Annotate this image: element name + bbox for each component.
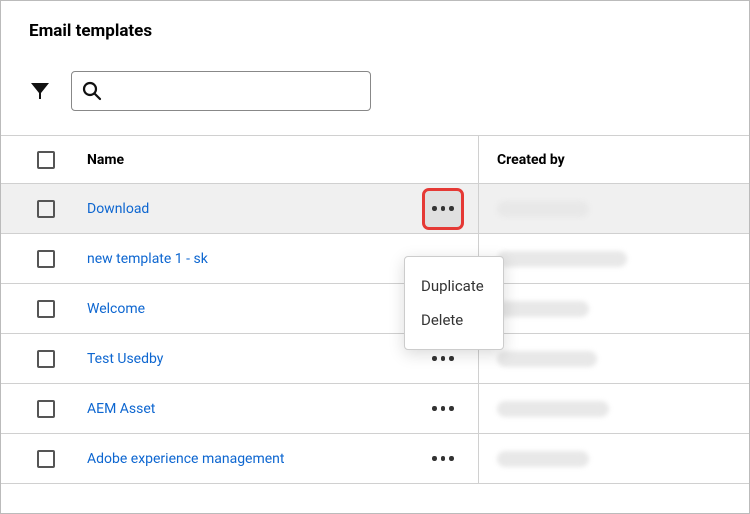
table-row: AEM Asset — [1, 384, 749, 434]
row-checkbox[interactable] — [37, 250, 55, 268]
template-name-link[interactable]: AEM Asset — [87, 401, 408, 417]
table-row: new template 1 - sk — [1, 234, 749, 284]
row-checkbox[interactable] — [37, 400, 55, 418]
created-by-cell — [479, 251, 749, 267]
table-header-row: Name Created by — [1, 136, 749, 184]
row-checkbox[interactable] — [37, 350, 55, 368]
search-input-wrapper — [71, 71, 371, 111]
created-by-cell — [479, 451, 749, 467]
templates-table: Name Created by Download new template 1 -… — [1, 135, 749, 484]
created-by-value — [497, 251, 627, 267]
context-menu-item[interactable]: Delete — [405, 303, 503, 337]
template-name-link[interactable]: Download — [87, 201, 408, 217]
created-by-value — [497, 351, 597, 367]
row-checkbox[interactable] — [37, 200, 55, 218]
more-icon — [432, 206, 454, 211]
template-name-link[interactable]: new template 1 - sk — [87, 251, 408, 267]
row-checkbox[interactable] — [37, 450, 55, 468]
created-by-value — [497, 301, 589, 317]
table-row: Adobe experience management — [1, 434, 749, 484]
table-row: Welcome — [1, 284, 749, 334]
created-by-value — [497, 201, 589, 217]
created-by-cell — [479, 301, 749, 317]
column-header-name[interactable]: Name — [87, 152, 408, 168]
column-header-createdby[interactable]: Created by — [479, 152, 749, 168]
filter-icon[interactable] — [29, 80, 51, 102]
search-input[interactable] — [110, 83, 360, 100]
template-name-link[interactable]: Adobe experience management — [87, 451, 408, 467]
created-by-cell — [479, 201, 749, 217]
more-icon — [432, 456, 454, 461]
context-menu-item[interactable]: Duplicate — [405, 269, 503, 303]
toolbar — [29, 71, 749, 111]
page-title: Email templates — [29, 21, 749, 41]
template-name-link[interactable]: Welcome — [87, 301, 408, 317]
created-by-value — [497, 401, 609, 417]
more-icon — [432, 406, 454, 411]
more-actions-button[interactable] — [425, 191, 461, 227]
more-icon — [432, 356, 454, 361]
template-name-link[interactable]: Test Usedby — [87, 351, 408, 367]
created-by-value — [497, 451, 589, 467]
table-row: Test Usedby — [1, 334, 749, 384]
select-all-checkbox[interactable] — [37, 151, 55, 169]
row-context-menu: DuplicateDelete — [404, 256, 504, 350]
created-by-cell — [479, 401, 749, 417]
search-icon — [82, 81, 102, 101]
more-actions-button[interactable] — [425, 391, 461, 427]
row-checkbox[interactable] — [37, 300, 55, 318]
more-actions-button[interactable] — [425, 441, 461, 477]
created-by-cell — [479, 351, 749, 367]
table-row: Download — [1, 184, 749, 234]
